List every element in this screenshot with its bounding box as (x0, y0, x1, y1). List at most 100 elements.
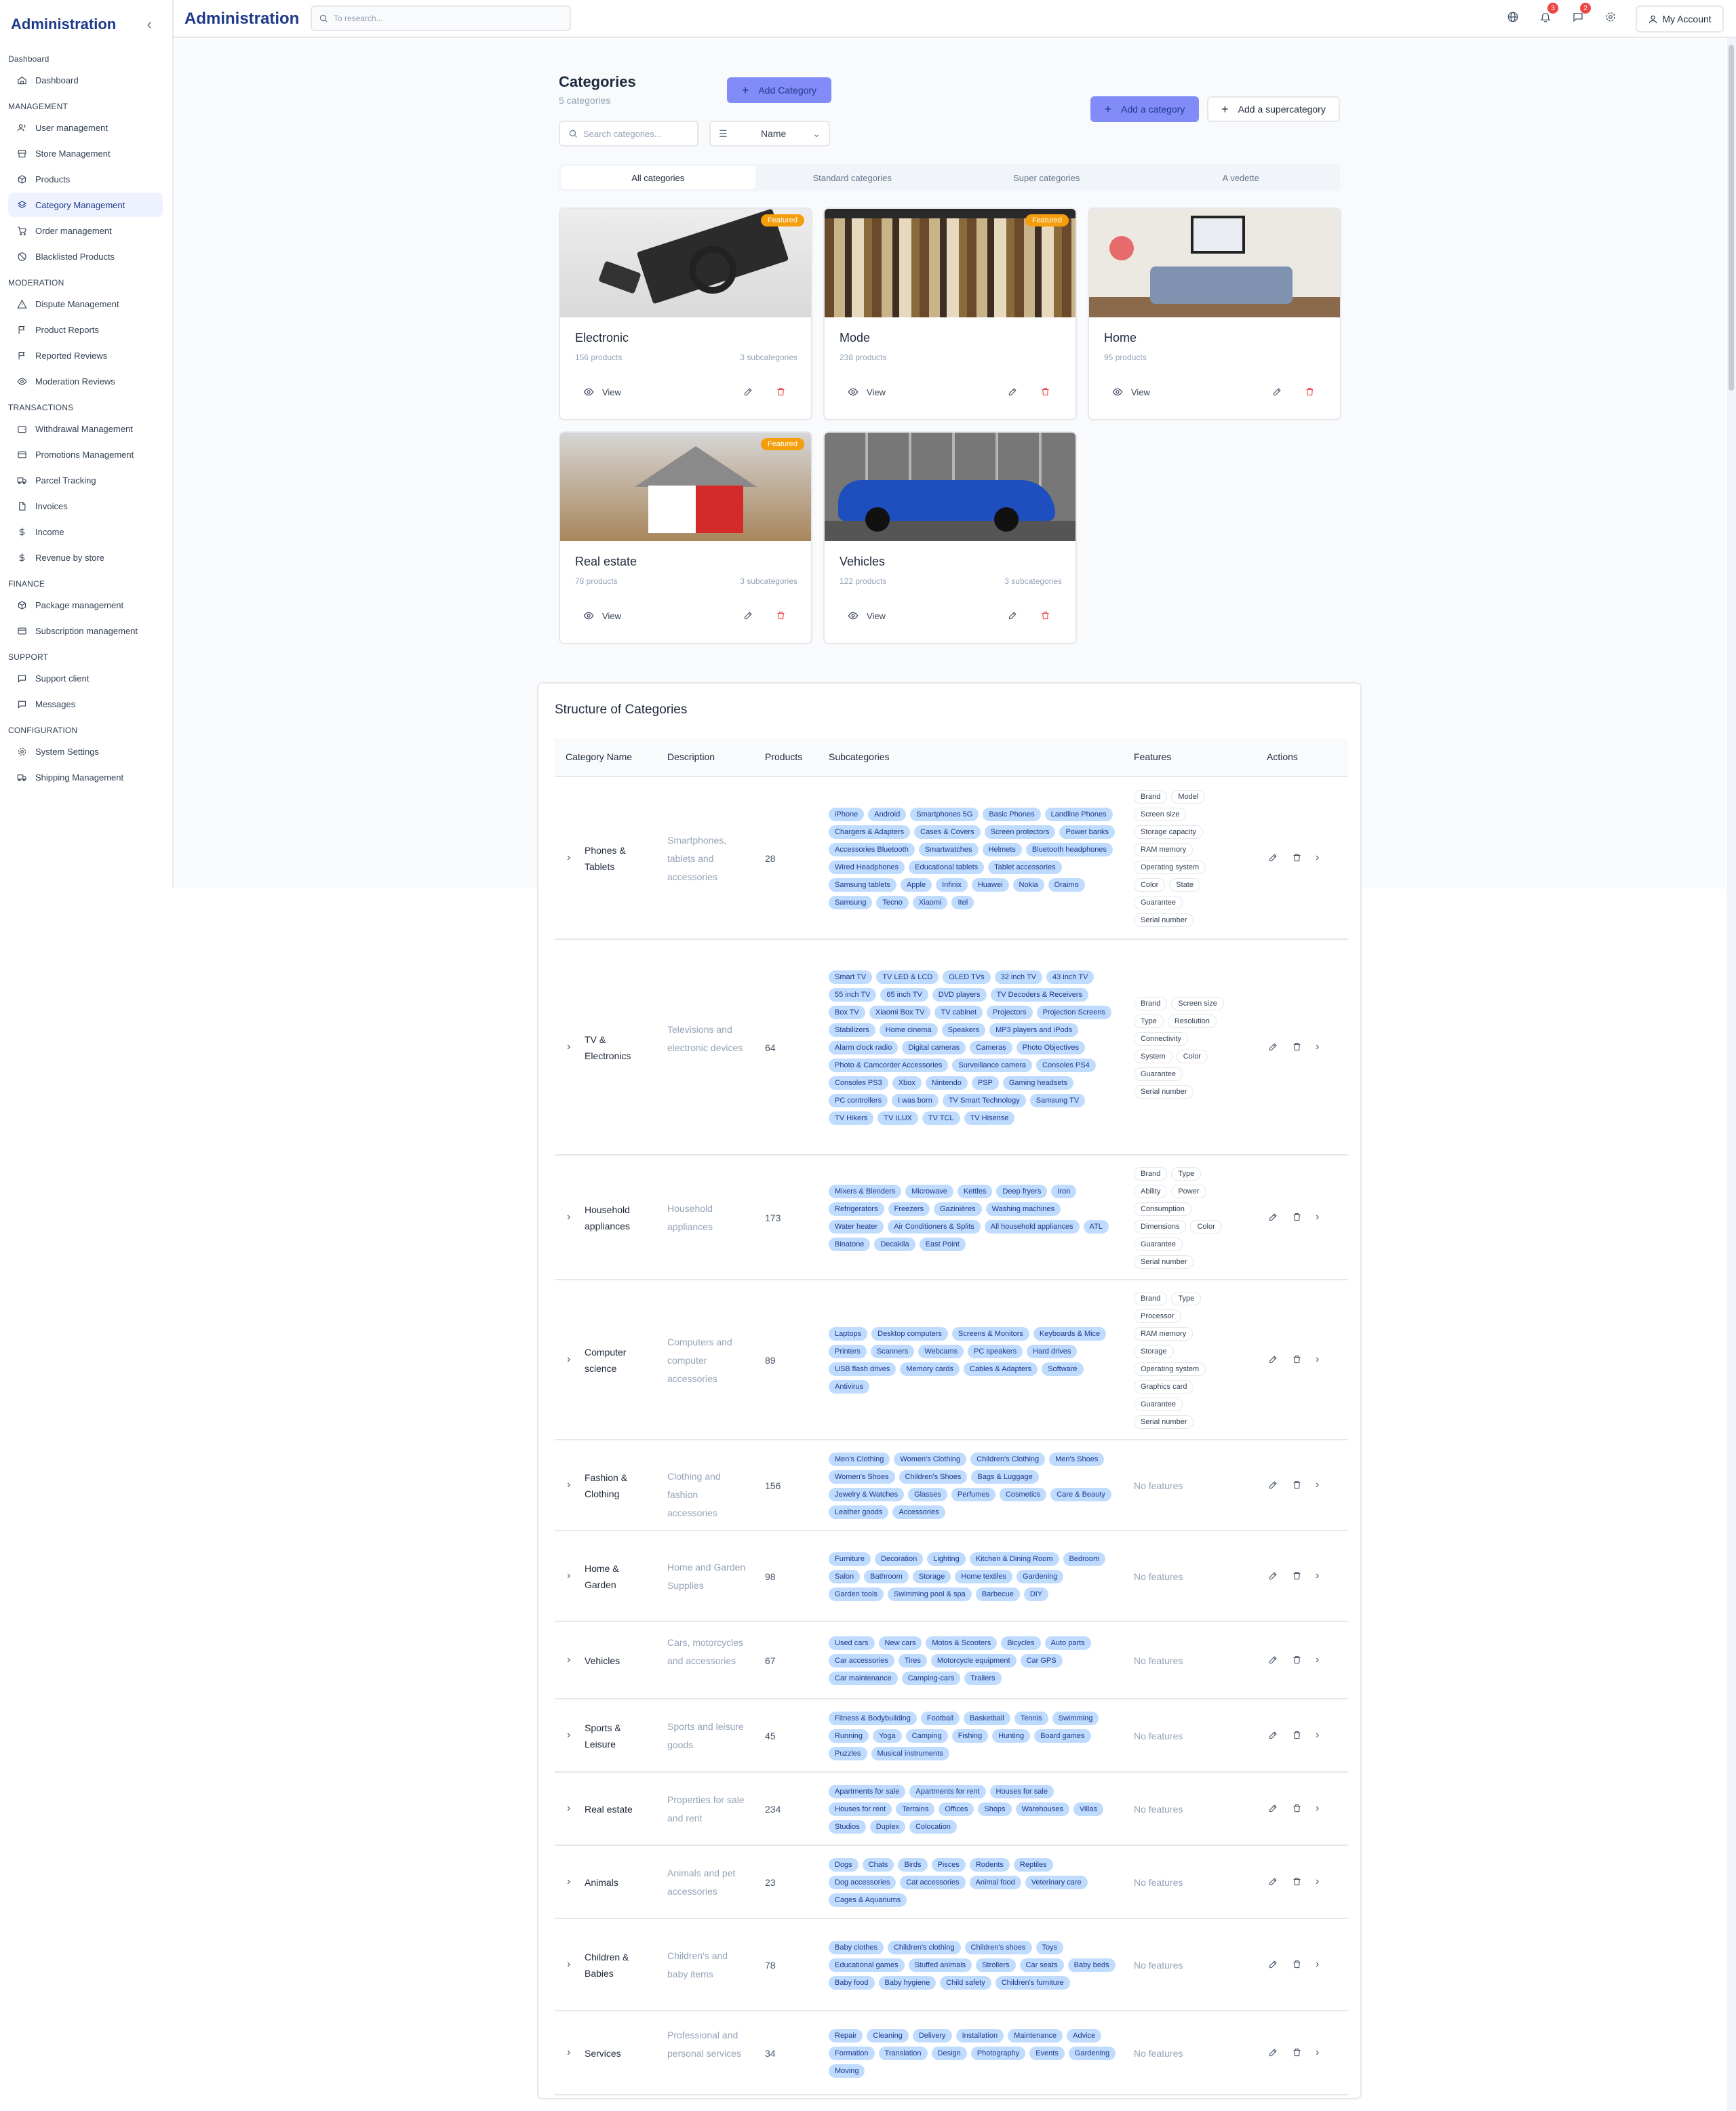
sidebar-item-system-settings[interactable]: System Settings (8, 739, 163, 764)
subcategory-tag[interactable]: Moving (829, 2064, 865, 2078)
subcategory-tag[interactable]: Refrigerators (829, 1202, 884, 1216)
subcategory-tag[interactable]: Houses for sale (989, 1785, 1054, 1798)
subcategory-tag[interactable]: Samsung TV (1029, 1094, 1086, 1107)
subcategory-tag[interactable]: Accessories (892, 1505, 945, 1519)
subcategory-tag[interactable]: Villas (1073, 1802, 1103, 1816)
chevron-right-icon[interactable]: › (1316, 1480, 1319, 1493)
bell-icon[interactable]: 3 (1539, 3, 1558, 24)
subcategory-tag[interactable]: Installation (955, 2029, 1004, 2043)
subcategory-tag[interactable]: Car GPS (1020, 1654, 1063, 1668)
subcategory-tag[interactable]: Xbox (892, 1076, 922, 1090)
subcategory-tag[interactable]: Tennis (1014, 1712, 1048, 1725)
subcategory-tag[interactable]: Rodents (969, 1858, 1010, 1872)
sort-select[interactable]: ☰ Name ⌄ (709, 121, 830, 146)
chevron-right-icon[interactable]: › (567, 1354, 570, 1366)
subcategory-tag[interactable]: Child safety (940, 1976, 991, 1990)
subcategory-tag[interactable]: Alarm clock radio (829, 1041, 899, 1054)
sidebar-item-store-management[interactable]: Store Management (8, 141, 163, 165)
subcategory-tag[interactable]: Iron (1051, 1185, 1077, 1198)
subcategory-tag[interactable]: Screen protectors (984, 825, 1056, 839)
subcategory-tag[interactable]: Warehouses (1015, 1802, 1069, 1816)
subcategory-tag[interactable]: Jewelry & Watches (829, 1488, 905, 1501)
subcategory-tag[interactable]: Antivirus (829, 1380, 870, 1394)
subcategory-tag[interactable]: Accessories Bluetooth (829, 843, 915, 856)
view-button[interactable]: View (583, 387, 621, 397)
subcategory-tag[interactable]: Baby clothes (829, 1941, 884, 1954)
sidebar-item-parcel-tracking[interactable]: Parcel Tracking (8, 468, 163, 492)
subcategory-tag[interactable]: Huawei (971, 878, 1009, 892)
subcategory-tag[interactable]: 43 inch TV (1046, 970, 1094, 984)
subcategory-tag[interactable]: Air Conditioners & Splits (888, 1220, 981, 1234)
subcategory-tag[interactable]: Swimming pool & spa (887, 1587, 972, 1601)
globe-icon[interactable] (1507, 11, 1520, 24)
subcategory-tag[interactable]: Decakila (874, 1238, 915, 1251)
subcategory-tag[interactable]: Home textiles (955, 1570, 1013, 1583)
tab-standard-categories[interactable]: Standard categories (755, 166, 950, 189)
category-card[interactable]: Featured Mode 238 products View (823, 208, 1077, 420)
subcategory-tag[interactable]: Yoga (872, 1729, 902, 1743)
subcategory-tag[interactable]: Duplex (869, 1820, 905, 1834)
trash-icon[interactable] (1292, 2047, 1302, 2061)
subcategory-tag[interactable]: Bathroom (864, 1570, 909, 1583)
subcategory-tag[interactable]: Cosmetics (999, 1488, 1047, 1501)
subcategory-tag[interactable]: Translation (878, 2047, 928, 2060)
subcategory-tag[interactable]: New cars (878, 1636, 922, 1650)
subcategory-tag[interactable]: Car accessories (829, 1654, 894, 1668)
subcategory-tag[interactable]: Men's Clothing (829, 1453, 890, 1466)
sidebar-item-withdrawal-management[interactable]: Withdrawal Management (8, 416, 163, 441)
edit-icon[interactable] (1268, 1354, 1278, 1368)
subcategory-tag[interactable]: Cat accessories (900, 1876, 966, 1889)
subcategory-tag[interactable]: Xiaomi Box TV (869, 1006, 931, 1019)
sidebar-item-category-management[interactable]: Category Management (8, 193, 163, 217)
subcategory-tag[interactable]: Keyboards & Mice (1033, 1327, 1107, 1341)
trash-icon[interactable] (1292, 1354, 1302, 1368)
subcategory-tag[interactable]: Dog accessories (829, 1876, 896, 1889)
subcategory-tag[interactable]: Photography (970, 2047, 1026, 2060)
subcategory-tag[interactable]: Apartments for sale (829, 1785, 906, 1798)
subcategory-tag[interactable]: Swimming (1052, 1712, 1099, 1725)
chevron-right-icon[interactable]: › (567, 1654, 570, 1666)
chevron-right-icon[interactable]: › (1316, 1730, 1319, 1743)
subcategory-tag[interactable]: Children's Shoes (899, 1470, 968, 1484)
subcategory-tag[interactable]: Birds (898, 1858, 928, 1872)
subcategory-tag[interactable]: Tablet accessories (988, 861, 1062, 874)
subcategory-tag[interactable]: Cleaning (867, 2029, 909, 2043)
chevron-right-icon[interactable]: › (1316, 2047, 1319, 2061)
subcategory-tag[interactable]: Basic Phones (983, 808, 1041, 821)
subcategory-tag[interactable]: Repair (829, 2029, 863, 2043)
add-a-category-button[interactable]: + Add a category (1090, 96, 1199, 122)
subcategory-tag[interactable]: Cases & Covers (914, 825, 981, 839)
gear-icon[interactable] (1604, 11, 1618, 24)
trash-icon[interactable] (776, 387, 786, 400)
subcategory-tag[interactable]: Scanners (870, 1345, 915, 1358)
category-card[interactable]: Featured Electronic 156 products 3 subcateg… (559, 208, 812, 420)
subcategory-tag[interactable]: TV Decoders & Receivers (990, 988, 1089, 1002)
subcategory-tag[interactable]: Car seats (1019, 1958, 1064, 1972)
sidebar-item-messages[interactable]: Messages (8, 692, 163, 716)
sidebar-item-package-management[interactable]: Package management (8, 593, 163, 617)
subcategory-tag[interactable]: Formation (829, 2047, 875, 2060)
trash-icon[interactable] (1292, 1042, 1302, 1055)
chevron-right-icon[interactable]: › (567, 1802, 570, 1815)
subcategory-tag[interactable]: Educational tablets (909, 861, 985, 874)
trash-icon[interactable] (1040, 387, 1050, 400)
subcategory-tag[interactable]: Salon (829, 1570, 861, 1583)
trash-icon[interactable] (1040, 610, 1050, 624)
subcategory-tag[interactable]: Xiaomi (912, 896, 948, 909)
sidebar-item-product-reports[interactable]: Product Reports (8, 317, 163, 342)
subcategory-tag[interactable]: Box TV (829, 1006, 865, 1019)
sidebar-item-blacklisted-products[interactable]: Blacklisted Products (8, 244, 163, 269)
subcategory-tag[interactable]: Pisces (931, 1858, 966, 1872)
tab-all-categories[interactable]: All categories (561, 166, 755, 189)
subcategory-tag[interactable]: Children's shoes (964, 1941, 1032, 1954)
subcategory-tag[interactable]: Hard drives (1027, 1345, 1078, 1358)
subcategory-tag[interactable]: Mixers & Blenders (829, 1185, 902, 1198)
subcategory-tag[interactable]: Baby food (829, 1976, 875, 1990)
subcategory-tag[interactable]: DVD players (932, 988, 987, 1002)
subcategory-tag[interactable]: Terrains (896, 1802, 935, 1816)
subcategory-tag[interactable]: Basketball (964, 1712, 1010, 1725)
sidebar-item-moderation-reviews[interactable]: Moderation Reviews (8, 369, 163, 393)
table-row[interactable]: › Computer science Computers and computer … (555, 1280, 1348, 1440)
subcategory-tag[interactable]: Gaming headsets (1002, 1076, 1074, 1090)
subcategory-tag[interactable]: Digital cameras (902, 1041, 966, 1054)
